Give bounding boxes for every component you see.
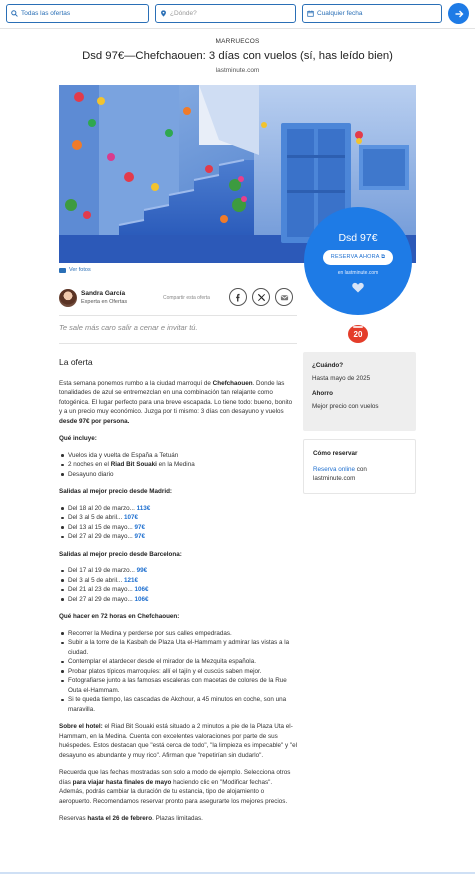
mail-icon (280, 294, 288, 300)
deal-country: MARRUECOS (215, 38, 260, 45)
share-label: Compartir esta oferta (163, 295, 210, 301)
email-share-button[interactable] (275, 288, 293, 306)
offer-search-placeholder: Todas las ofertas (21, 10, 71, 17)
deal-source: lastminute.com (215, 67, 260, 74)
deal-price: Dsd 97€ (338, 232, 378, 244)
view-photos-label: Ver fotos (69, 267, 91, 273)
section-heading: La oferta (59, 357, 93, 367)
dates-note-paragraph: Recuerda que las fechas mostradas son so… (59, 769, 291, 805)
view-photos-link[interactable]: Ver fotos (59, 267, 91, 273)
facebook-share-button[interactable] (229, 288, 247, 306)
how-to-book-text: Reserva online con lastminute.com (313, 466, 367, 482)
how-to-book-label: Cómo reservar (313, 450, 358, 457)
date-field[interactable]: Cualquier fecha (302, 4, 442, 23)
includes-list: Vuelos ida y vuelta de España a Tetuán 2… (61, 451, 297, 480)
barcelona-dates-list: Del 17 al 19 de marzo... 99€ Del 3 al 5 … (61, 566, 297, 605)
author-name: Sandra García (81, 290, 126, 297)
date-option[interactable]: Del 17 al 19 de marzo... 99€ (61, 566, 297, 576)
destination-field[interactable]: ¿Dónde? (155, 4, 296, 23)
deadline-paragraph: Reservas hasta el 26 de febrero. Plazas … (59, 815, 203, 822)
date-option[interactable]: Del 21 al 23 de mayo... 106€ (61, 585, 297, 595)
saving-value: Mejor precio con vuelos (312, 403, 379, 410)
list-item: Fotografiarse junto a las famosas escale… (61, 676, 297, 695)
x-logo-icon (257, 293, 265, 301)
date-placeholder: Cualquier fecha (317, 10, 363, 17)
date-option[interactable]: Del 27 al 29 de mayo... 97€ (61, 532, 297, 542)
x-share-button[interactable] (252, 288, 270, 306)
location-pin-icon (161, 10, 166, 17)
heart-icon[interactable] (352, 282, 364, 293)
price-card: Dsd 97€ RESERVA AHORA ⧉ en lastminute.co… (304, 207, 412, 315)
search-submit-button[interactable] (448, 3, 469, 24)
provider-text: en lastminute.com (337, 270, 379, 276)
destination-placeholder: ¿Dónde? (170, 10, 197, 17)
camera-icon (59, 267, 66, 273)
list-item: Si te queda tiempo, las cascadas de Akch… (61, 695, 297, 714)
when-value: Hasta mayo de 2025 (312, 375, 371, 382)
date-option[interactable]: Del 18 al 20 de marzo... 113€ (61, 504, 297, 514)
author-bar: Sandra García Experta en Ofertas Compart… (59, 288, 299, 310)
list-item: Contemplar el atardecer desde el mirador… (61, 657, 297, 667)
footer-divider (0, 872, 475, 874)
arrow-right-icon (455, 10, 463, 17)
deal-title: Dsd 97€—Chefchaouen: 3 días con vuelos (… (82, 50, 393, 62)
barcelona-title: Salidas al mejor precio desde Barcelona: (59, 550, 182, 558)
facebook-icon (235, 293, 240, 302)
search-icon (11, 10, 18, 17)
list-item: 2 noches en el Riad Bit Souaki en la Med… (61, 460, 297, 470)
calendar-icon (307, 10, 314, 17)
list-item: Recorrer la Medina y perderse por sus ca… (61, 629, 297, 639)
includes-title: Qué incluye: (59, 435, 97, 442)
todo-list: Recorrer la Medina y perderse por sus ca… (61, 629, 297, 715)
discount-badge: 20 (348, 325, 368, 343)
date-option[interactable]: Del 3 al 5 de abril... 121€ (61, 576, 297, 586)
author-role: Experta en Ofertas (81, 299, 128, 305)
todo-title: Qué hacer en 72 horas en Chefchaouen: (59, 613, 180, 620)
external-link-icon: ⧉ (381, 254, 386, 260)
hotel-paragraph: Sobre el hotel: el Riad Bit Souaki está … (59, 723, 297, 759)
avatar (59, 289, 77, 307)
offer-search-field[interactable]: Todas las ofertas (6, 4, 149, 23)
divider (59, 343, 297, 344)
author-quote: Te sale más caro salir a cenar e invitar… (59, 323, 198, 332)
when-label: ¿Cuándo? (312, 362, 344, 369)
book-now-button[interactable]: RESERVA AHORA ⧉ (322, 250, 394, 265)
search-bar: Todas las ofertas ¿Dónde? Cualquier fech… (0, 0, 475, 29)
divider (59, 315, 297, 316)
list-item: Desayuno diario (61, 470, 297, 480)
book-now-label: RESERVA AHORA (330, 254, 380, 260)
madrid-title: Salidas al mejor precio desde Madrid: (59, 488, 173, 495)
list-item: Vuelos ida y vuelta de España a Tetuán (61, 451, 297, 461)
date-option[interactable]: Del 3 al 5 de abril... 107€ (61, 513, 297, 523)
book-online-link[interactable]: Reserva online (313, 466, 355, 473)
intro-paragraph: Esta semana ponemos rumbo a la ciudad ma… (59, 379, 293, 425)
date-option[interactable]: Del 13 al 15 de mayo... 97€ (61, 523, 297, 533)
deal-header: MARRUECOS Dsd 97€—Chefchaouen: 3 días co… (0, 38, 475, 74)
how-to-book-box: Cómo reservar Reserva online con lastmin… (303, 439, 416, 494)
madrid-dates-list: Del 18 al 20 de marzo... 113€ Del 3 al 5… (61, 504, 297, 542)
date-option[interactable]: Del 27 al 29 de mayo... 106€ (61, 595, 297, 605)
saving-label: Ahorro (312, 390, 333, 397)
list-item: Probar platos típicos marroquíes: allí e… (61, 667, 297, 677)
article-body: La oferta Esta semana ponemos rumbo a la… (59, 357, 297, 832)
list-item: Subir a la torre de la Kasbah de Plaza U… (61, 638, 297, 657)
deal-facts-box: ¿Cuándo? Hasta mayo de 2025 Ahorro Mejor… (303, 352, 416, 431)
